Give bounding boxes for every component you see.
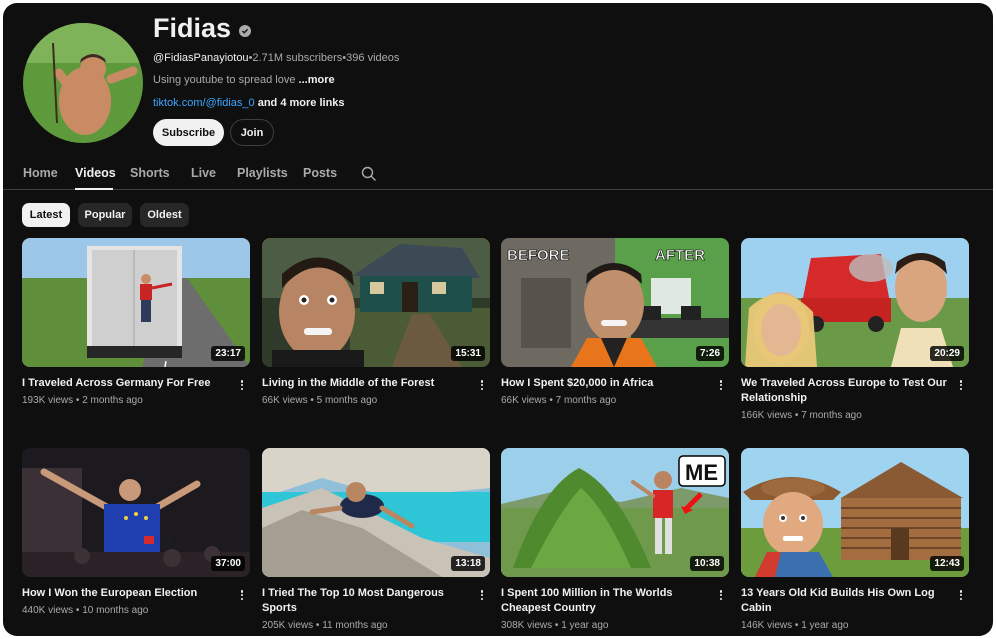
video-title[interactable]: We Traveled Across Europe to Test Our Re…: [741, 376, 951, 406]
tab-posts[interactable]: Posts: [303, 166, 337, 180]
video-stats: 66K views • 7 months ago: [501, 395, 617, 406]
video-title[interactable]: I Tried The Top 10 Most Dangerous Sports: [262, 586, 472, 616]
video-duration: 15:31: [451, 346, 485, 361]
thumb-before-text: BEFORE: [507, 247, 570, 264]
video-thumbnail[interactable]: 23:17: [22, 238, 250, 367]
more-actions-icon[interactable]: [715, 588, 727, 602]
video-duration: 10:38: [690, 556, 724, 571]
join-button[interactable]: Join: [230, 119, 274, 146]
view-count: 66K views: [262, 395, 308, 406]
video-duration: 13:18: [451, 556, 485, 571]
search-icon[interactable]: [361, 166, 377, 182]
view-count: 440K views: [22, 605, 74, 616]
channel-title: Fidias: [153, 13, 252, 44]
video-stats: 166K views • 7 months ago: [741, 410, 862, 421]
video-duration: 23:17: [211, 346, 245, 361]
video-duration: 7:26: [695, 346, 724, 361]
video-card[interactable]: ME 10:38 I Spent 100 Million in The Worl…: [501, 448, 729, 631]
upload-age: 1 year ago: [801, 620, 849, 631]
view-count: 193K views: [22, 395, 74, 406]
more-actions-icon[interactable]: [715, 378, 727, 392]
view-count: 308K views: [501, 620, 553, 631]
thumb-me-text: ME: [685, 460, 718, 485]
video-thumbnail[interactable]: 15:31: [262, 238, 490, 367]
view-count: 205K views: [262, 620, 314, 631]
channel-meta: @FidiasPanayiotou • 2.71M subscribers • …: [153, 52, 399, 64]
channel-handle: @FidiasPanayiotou: [153, 52, 249, 64]
more-actions-icon[interactable]: [236, 378, 248, 392]
tab-shorts[interactable]: Shorts: [130, 166, 170, 180]
upload-age: 5 months ago: [316, 395, 378, 406]
video-stats: 205K views • 11 months ago: [262, 620, 388, 631]
channel-avatar[interactable]: [23, 23, 143, 143]
video-thumbnail[interactable]: 12:43: [741, 448, 969, 577]
thumb-after-text: AFTER: [655, 247, 705, 264]
subscriber-count: 2.71M subscribers: [252, 52, 343, 64]
video-stats: 193K views • 2 months ago: [22, 395, 143, 406]
video-duration: 20:29: [930, 346, 964, 361]
video-title[interactable]: 13 Years Old Kid Builds His Own Log Cabi…: [741, 586, 951, 616]
description-text: Using youtube to spread love: [153, 74, 299, 86]
channel-links: tiktok.com/@fidias_0 and 4 more links: [153, 97, 345, 109]
video-thumbnail[interactable]: 20:29: [741, 238, 969, 367]
video-title[interactable]: I Traveled Across Germany For Free: [22, 376, 232, 391]
video-stats: 308K views • 1 year ago: [501, 620, 609, 631]
more-actions-icon[interactable]: [476, 588, 488, 602]
video-thumbnail[interactable]: ME 10:38: [501, 448, 729, 577]
more-links-button[interactable]: and 4 more links: [255, 97, 345, 109]
video-stats: 66K views • 5 months ago: [262, 395, 378, 406]
video-thumbnail[interactable]: 13:18: [262, 448, 490, 577]
video-card[interactable]: 37:00 How I Won the European Election 44…: [22, 448, 250, 616]
view-count: 166K views: [741, 410, 793, 421]
video-title[interactable]: Living in the Middle of the Forest: [262, 376, 472, 391]
subscribe-button[interactable]: Subscribe: [153, 119, 224, 146]
upload-age: 11 months ago: [322, 620, 388, 631]
video-title[interactable]: How I Won the European Election: [22, 586, 232, 601]
view-count: 146K views: [741, 620, 793, 631]
video-stats: 440K views • 10 months ago: [22, 605, 149, 616]
upload-age: 7 months ago: [555, 395, 617, 406]
video-thumbnail[interactable]: BEFORE AFTER 7:26: [501, 238, 729, 367]
more-actions-icon[interactable]: [236, 588, 248, 602]
video-duration: 37:00: [211, 556, 245, 571]
video-card[interactable]: 12:43 13 Years Old Kid Builds His Own Lo…: [741, 448, 969, 631]
chip-oldest[interactable]: Oldest: [140, 203, 189, 227]
description-more-link[interactable]: ...more: [299, 74, 335, 86]
more-actions-icon[interactable]: [955, 378, 967, 392]
chip-latest[interactable]: Latest: [22, 203, 70, 227]
tab-videos[interactable]: Videos: [75, 166, 116, 180]
more-actions-icon[interactable]: [955, 588, 967, 602]
video-card[interactable]: 23:17 I Traveled Across Germany For Free…: [22, 238, 250, 406]
active-tab-indicator: [75, 188, 113, 190]
channel-name: Fidias: [153, 13, 232, 43]
tab-live[interactable]: Live: [191, 166, 216, 180]
tiktok-link[interactable]: tiktok.com/@fidias_0: [153, 97, 255, 109]
video-duration: 12:43: [930, 556, 964, 571]
video-thumbnail[interactable]: 37:00: [22, 448, 250, 577]
upload-age: 1 year ago: [561, 620, 609, 631]
video-card[interactable]: 13:18 I Tried The Top 10 Most Dangerous …: [262, 448, 490, 631]
verified-badge-icon: [239, 24, 252, 37]
view-count: 66K views: [501, 395, 547, 406]
channel-tabs: Home Videos Shorts Live Playlists Posts: [3, 158, 993, 190]
tab-playlists[interactable]: Playlists: [237, 166, 288, 180]
video-card[interactable]: 15:31 Living in the Middle of the Forest…: [262, 238, 490, 406]
channel-description[interactable]: Using youtube to spread love ...more: [153, 74, 335, 86]
upload-age: 7 months ago: [801, 410, 862, 421]
video-card[interactable]: 20:29 We Traveled Across Europe to Test …: [741, 238, 969, 421]
more-actions-icon[interactable]: [476, 378, 488, 392]
chip-popular[interactable]: Popular: [78, 203, 132, 227]
youtube-channel-page: Fidias @FidiasPanayiotou • 2.71M subscri…: [3, 3, 993, 636]
video-title[interactable]: How I Spent $20,000 in Africa: [501, 376, 711, 391]
video-stats: 146K views • 1 year ago: [741, 620, 849, 631]
video-card[interactable]: BEFORE AFTER 7:26 How I Spent $20,000 in…: [501, 238, 729, 406]
upload-age: 10 months ago: [82, 605, 149, 616]
upload-age: 2 months ago: [82, 395, 143, 406]
video-title[interactable]: I Spent 100 Million in The Worlds Cheape…: [501, 586, 711, 616]
tab-home[interactable]: Home: [23, 166, 58, 180]
video-count: 396 videos: [346, 52, 400, 64]
